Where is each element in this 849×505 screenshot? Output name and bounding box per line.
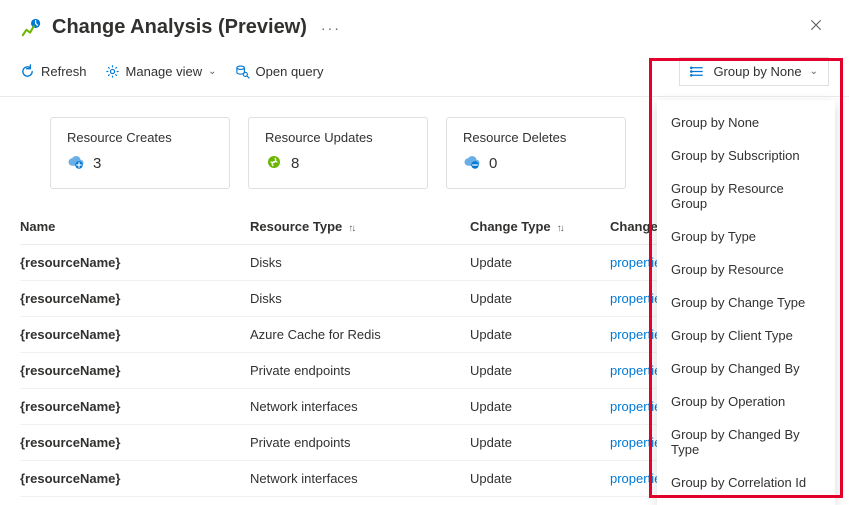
card-resource-deletes[interactable]: Resource Deletes 0: [446, 117, 626, 189]
refresh-label: Refresh: [41, 64, 87, 79]
cell-change-type: Update: [470, 327, 610, 342]
page-header: Change Analysis (Preview) ···: [0, 0, 849, 49]
dropdown-item[interactable]: Group by Client Type: [657, 319, 835, 352]
dropdown-item[interactable]: Group by Change Type: [657, 286, 835, 319]
cell-change-type: Update: [470, 435, 610, 450]
dropdown-item[interactable]: Group by Resource: [657, 253, 835, 286]
cell-resource-type: Disks: [250, 255, 470, 270]
card-label: Resource Creates: [67, 130, 213, 145]
card-resource-creates[interactable]: Resource Creates 3: [50, 117, 230, 189]
query-icon: [235, 64, 250, 79]
cloud-plus-icon: [67, 153, 85, 174]
cell-name: {resourceName}: [20, 363, 250, 378]
card-resource-updates[interactable]: Resource Updates 8: [248, 117, 428, 189]
cell-resource-type: Network interfaces: [250, 399, 470, 414]
cell-resource-type: Private endpoints: [250, 435, 470, 450]
dropdown-item[interactable]: Group by Resource Group: [657, 172, 835, 220]
cell-change-type: Update: [470, 363, 610, 378]
group-by-label: Group by None: [713, 64, 801, 79]
cell-change-type: Update: [470, 399, 610, 414]
dropdown-item[interactable]: Group by Changed By Type: [657, 418, 835, 466]
cell-name: {resourceName}: [20, 471, 250, 486]
page-title: Change Analysis (Preview): [52, 16, 307, 39]
col-change-type[interactable]: Change Type↑↓: [470, 219, 610, 234]
cell-name: {resourceName}: [20, 327, 250, 342]
card-value: 0: [489, 155, 497, 172]
dropdown-item[interactable]: Group by Type: [657, 220, 835, 253]
col-resource-type[interactable]: Resource Type↑↓: [250, 219, 470, 234]
cell-resource-type: Network interfaces: [250, 471, 470, 486]
cloud-minus-icon: [463, 153, 481, 174]
chevron-down-icon: ⌄: [810, 66, 818, 77]
col-name[interactable]: Name: [20, 219, 250, 234]
cell-change-type: Update: [470, 255, 610, 270]
gear-icon: [105, 64, 120, 79]
cell-resource-type: Azure Cache for Redis: [250, 327, 470, 342]
manage-view-button[interactable]: Manage view ⌄: [105, 64, 217, 79]
refresh-button[interactable]: Refresh: [20, 64, 87, 79]
group-by-dropdown: Group by NoneGroup by SubscriptionGroup …: [657, 100, 835, 505]
chevron-down-icon: ⌄: [208, 66, 216, 77]
card-value: 3: [93, 155, 101, 172]
cell-name: {resourceName}: [20, 399, 250, 414]
group-by-button[interactable]: Group by None ⌄: [679, 57, 829, 86]
close-button[interactable]: [803, 14, 829, 41]
dropdown-item[interactable]: Group by Subscription: [657, 139, 835, 172]
dropdown-item[interactable]: Group by Changed By: [657, 352, 835, 385]
sort-icon: ↑↓: [557, 223, 563, 234]
cell-name: {resourceName}: [20, 435, 250, 450]
more-button[interactable]: ···: [321, 20, 341, 36]
cell-change-type: Update: [470, 471, 610, 486]
open-query-label: Open query: [256, 64, 324, 79]
cell-name: {resourceName}: [20, 255, 250, 270]
cell-name: {resourceName}: [20, 291, 250, 306]
manage-view-label: Manage view: [126, 64, 203, 79]
card-label: Resource Updates: [265, 130, 411, 145]
toolbar: Refresh Manage view ⌄ Open query Group b…: [0, 49, 849, 97]
cell-resource-type: Disks: [250, 291, 470, 306]
card-label: Resource Deletes: [463, 130, 609, 145]
sort-icon: ↑↓: [348, 223, 354, 234]
dropdown-item[interactable]: Group by Correlation Id: [657, 466, 835, 499]
list-icon: [690, 64, 705, 79]
dropdown-item[interactable]: Group by None: [657, 106, 835, 139]
change-analysis-icon: [20, 17, 42, 39]
cell-change-type: Update: [470, 291, 610, 306]
card-value: 8: [291, 155, 299, 172]
open-query-button[interactable]: Open query: [235, 64, 324, 79]
dropdown-item[interactable]: Group by Operation: [657, 385, 835, 418]
cell-resource-type: Private endpoints: [250, 363, 470, 378]
refresh-icon: [20, 64, 35, 79]
cloud-refresh-icon: [265, 153, 283, 174]
